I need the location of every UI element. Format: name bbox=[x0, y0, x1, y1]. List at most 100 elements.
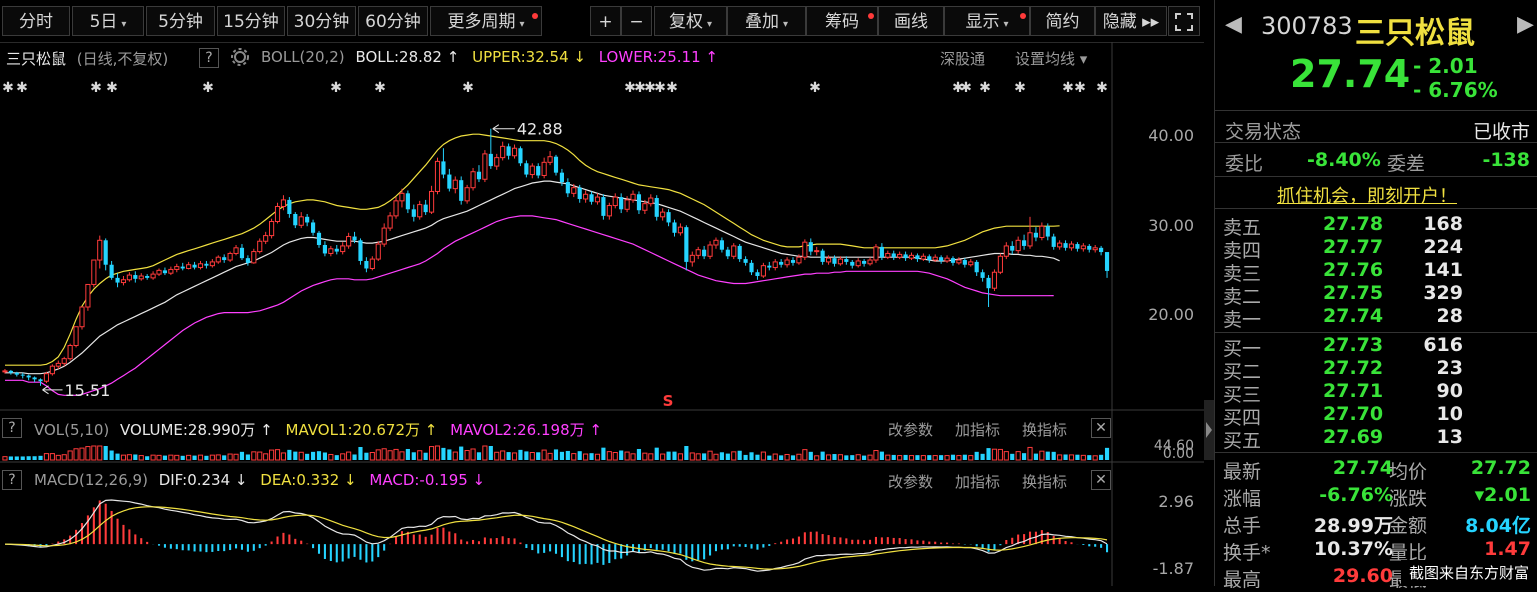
vol-edit-params-button[interactable]: 改参数 bbox=[888, 419, 933, 440]
volume-bar bbox=[464, 450, 470, 461]
candle-body bbox=[328, 248, 334, 254]
volume-bar bbox=[553, 449, 559, 460]
volume-bar bbox=[470, 448, 476, 461]
macd-indicator-name[interactable]: MACD(12,26,9) bbox=[34, 471, 148, 489]
macd-close-icon[interactable]: ✕ bbox=[1091, 470, 1111, 490]
candle-body bbox=[274, 205, 281, 223]
volume-bar bbox=[411, 452, 416, 460]
volume-bar bbox=[434, 445, 441, 461]
prev-stock-arrow-icon[interactable]: ◀ bbox=[1225, 12, 1242, 37]
macd-help-button[interactable]: ? bbox=[2, 470, 22, 490]
macd-header: MACD(12,26,9) DIF:0.234 ↓ DEA:0.332 ↓ MA… bbox=[34, 471, 485, 489]
price-change: - 2.01 bbox=[1413, 54, 1478, 78]
candle-body bbox=[55, 362, 61, 367]
candle-body bbox=[174, 266, 180, 270]
candle-body bbox=[346, 236, 352, 247]
volume-bar bbox=[684, 446, 689, 460]
stat-value: ▾2.01 bbox=[1474, 484, 1531, 506]
volume-bar bbox=[423, 452, 428, 460]
candle-body bbox=[145, 276, 150, 278]
price-change-pct: - 6.76% bbox=[1413, 78, 1498, 102]
candle-body bbox=[606, 205, 612, 217]
vol-switch-indicator-button[interactable]: 换指标 bbox=[1022, 419, 1067, 440]
volume-bar bbox=[73, 448, 79, 461]
volume-bar bbox=[779, 455, 784, 460]
order-ratio-label: 委比 bbox=[1225, 153, 1264, 175]
candle-body bbox=[612, 196, 618, 207]
volume-bar bbox=[772, 453, 778, 461]
stat-value: 10.37% bbox=[1313, 538, 1393, 560]
volume-bar bbox=[689, 452, 695, 461]
candle-body bbox=[233, 247, 239, 254]
candle-body bbox=[109, 264, 114, 278]
candle-body bbox=[997, 255, 1003, 273]
event-marker-icon: ✱ bbox=[666, 80, 678, 96]
candle-body bbox=[808, 242, 813, 252]
event-marker-icon: ✱ bbox=[16, 80, 28, 96]
stat-label: 总手 bbox=[1223, 515, 1262, 537]
candle-body bbox=[399, 192, 405, 202]
candle-body bbox=[316, 232, 322, 245]
macd-edit-params-button[interactable]: 改参数 bbox=[888, 471, 933, 492]
volume-bar bbox=[274, 449, 281, 461]
candle-body bbox=[67, 345, 73, 360]
volume-bar bbox=[536, 452, 541, 460]
candle-body bbox=[630, 193, 636, 201]
volume-bar bbox=[156, 454, 162, 461]
next-stock-arrow-icon[interactable]: ▶ bbox=[1517, 12, 1534, 37]
candle-body bbox=[1033, 232, 1039, 238]
candle-body bbox=[20, 374, 25, 376]
bid-volume: 616 bbox=[1423, 334, 1463, 356]
candle-body bbox=[476, 171, 482, 180]
vol-close-icon[interactable]: ✕ bbox=[1091, 418, 1111, 438]
candle-body bbox=[1092, 247, 1098, 251]
trade-status-label: 交易状态 bbox=[1225, 121, 1302, 143]
candle-body bbox=[434, 160, 441, 192]
event-marker-icon: ✱ bbox=[960, 80, 972, 96]
event-marker-icon: ✱ bbox=[979, 80, 991, 96]
volume-bar bbox=[814, 455, 820, 461]
vol-add-indicator-button[interactable]: 加指标 bbox=[955, 419, 1000, 440]
open-account-promo-link[interactable]: 抓住机会，即刻开户！ bbox=[1277, 182, 1457, 208]
last-price: 27.74 bbox=[1290, 52, 1411, 96]
candlestick-chart[interactable]: ✱ ✱ ✱ ✱ ✱ ✱ ✱ ✱ ✱✱✱✱ ✱ ✱ ✱✱ ✱ ✱ ✱ ✱ ✱42.8815.51S bbox=[0, 0, 1204, 586]
vol-help-button[interactable]: ? bbox=[2, 418, 22, 438]
candle-body bbox=[832, 258, 837, 264]
volume-bar bbox=[358, 447, 363, 460]
volume-bar bbox=[511, 452, 518, 461]
volume-bar bbox=[20, 456, 25, 460]
macd-dea-line bbox=[4, 506, 1108, 570]
macd-axis-bottom: -1.87 bbox=[1152, 559, 1194, 578]
candle-body bbox=[666, 212, 671, 223]
candle-body bbox=[589, 194, 594, 202]
volume-bar bbox=[743, 454, 748, 460]
volume-bar bbox=[222, 455, 227, 460]
event-marker-icon: ✱ bbox=[106, 80, 118, 96]
candle-body bbox=[423, 204, 428, 213]
volume-bar bbox=[737, 450, 742, 460]
candle-body bbox=[932, 256, 938, 261]
candle-body bbox=[962, 260, 967, 265]
volume-bar bbox=[1092, 455, 1098, 461]
stat-value: 27.72 bbox=[1470, 457, 1531, 479]
macd-switch-indicator-button[interactable]: 换指标 bbox=[1022, 471, 1067, 492]
macd-add-indicator-button[interactable]: 加指标 bbox=[955, 471, 1000, 492]
ask-volume: 168 bbox=[1423, 213, 1463, 235]
candle-body bbox=[802, 241, 808, 258]
volume-bar bbox=[334, 455, 339, 460]
volume-bar bbox=[405, 448, 410, 460]
candle-body bbox=[215, 256, 221, 263]
panel-collapse-handle[interactable] bbox=[1204, 400, 1214, 460]
volume-bar bbox=[393, 448, 399, 461]
event-marker-icon: ✱ bbox=[462, 80, 474, 96]
stat-value: 8.04亿 bbox=[1465, 515, 1531, 537]
candle-body bbox=[115, 277, 120, 283]
candle-body bbox=[825, 257, 832, 263]
vol-indicator-name[interactable]: VOL(5,10) bbox=[34, 421, 109, 439]
candle-body bbox=[79, 306, 85, 328]
volume-bar bbox=[2, 456, 8, 461]
candle-body bbox=[1022, 240, 1027, 246]
volume-bar bbox=[447, 449, 452, 460]
candle-body bbox=[334, 248, 339, 252]
volume-bar bbox=[1063, 454, 1068, 460]
